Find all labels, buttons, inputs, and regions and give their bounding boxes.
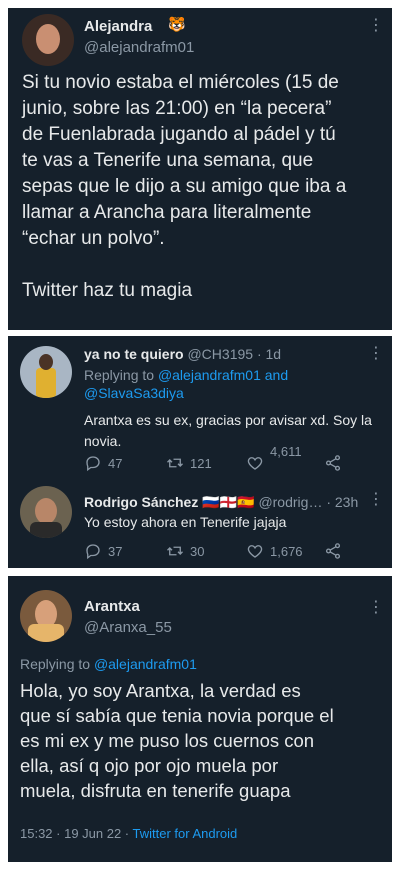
reply2-header: Rodrigo Sánchez 🇷🇺🏴󠁧󠁢󠁥󠁮󠁧󠁿🇪🇸 @rodrig… · 2… xyxy=(84,494,358,511)
reply-count: 47 xyxy=(108,455,123,471)
replying-to-label: Replying to xyxy=(84,367,158,383)
retweet-button[interactable]: 30 xyxy=(166,542,204,560)
more-options-icon[interactable]: ⋮ xyxy=(368,492,384,508)
tweet-card-alejandra: Alejandra 🐯 @alejandrafm01 ⋮ Si tu novio… xyxy=(8,8,392,330)
replying-and-label: and xyxy=(260,367,289,383)
share-button[interactable] xyxy=(324,542,342,560)
more-options-icon[interactable]: ⋮ xyxy=(368,18,384,34)
avatar-ya-no-te-quiero[interactable] xyxy=(20,346,72,398)
reply2-time[interactable]: · 23h xyxy=(326,494,358,510)
like-icon xyxy=(247,545,263,558)
reply2-text: Yo estoy ahora en Tenerife jajaja xyxy=(84,514,287,530)
reply-count: 37 xyxy=(108,543,123,559)
tweet3-timestamp[interactable]: 15:32 · 19 Jun 22 · xyxy=(20,826,133,841)
tweet3-text: Hola, yo soy Arantxa, la verdad es que s… xyxy=(20,680,334,801)
replying-to-label: Replying to xyxy=(20,656,94,672)
tweet3-author-name[interactable]: Arantxa xyxy=(84,598,140,615)
reply2-action-bar: 37 30 1,676 xyxy=(84,542,384,566)
mention-link[interactable]: @alejandrafm01 xyxy=(158,367,261,383)
reply2-handle[interactable]: @rodrig… xyxy=(258,494,322,510)
retweet-icon xyxy=(167,458,183,468)
share-icon xyxy=(325,543,341,559)
tweet3-source-link[interactable]: Twitter for Android xyxy=(133,826,238,841)
avatar-alejandra[interactable] xyxy=(22,14,74,66)
like-icon xyxy=(247,457,263,470)
reply-button[interactable]: 47 xyxy=(84,454,122,472)
reply1-handle[interactable]: @CH3195 xyxy=(187,346,253,362)
retweet-count: 30 xyxy=(190,543,205,559)
like-button[interactable] xyxy=(246,454,264,472)
replies-card: ya no te quiero @CH3195 · 1d ⋮ Replying … xyxy=(8,336,392,568)
tiger-emoji-icon: 🐯 xyxy=(168,16,186,32)
mention-link[interactable]: @SlavaSa3diya xyxy=(84,385,184,401)
mention-link[interactable]: @alejandrafm01 xyxy=(94,656,197,672)
reply1-time[interactable]: · 1d xyxy=(257,346,281,362)
avatar-rodrigo[interactable] xyxy=(20,486,72,538)
flags-emoji-icon: 🇷🇺🏴󠁧󠁢󠁥󠁮󠁧󠁿🇪🇸 xyxy=(202,494,255,510)
tweet3-replying-to: Replying to @alejandrafm01 xyxy=(20,656,197,672)
retweet-count: 121 xyxy=(190,455,212,471)
avatar-arantxa[interactable] xyxy=(20,590,72,642)
like-count: 4,611 xyxy=(270,444,302,459)
tweet-text: Si tu novio estaba el miércoles (15 de j… xyxy=(22,72,347,301)
like-count: 1,676 xyxy=(270,543,303,559)
reply1-text: Arantxa es su ex, gracias por avisar xd.… xyxy=(84,412,372,449)
tweet3-author-handle[interactable]: @Aranxa_55 xyxy=(84,619,172,636)
more-options-icon[interactable]: ⋮ xyxy=(368,600,384,616)
reply-icon xyxy=(86,544,100,560)
more-options-icon[interactable]: ⋮ xyxy=(368,346,384,362)
reply-button[interactable]: 37 xyxy=(84,542,122,560)
reply1-action-bar: 47 121 4,611 xyxy=(84,444,384,478)
retweet-icon xyxy=(167,546,183,556)
reply1-replying-to: Replying to @alejandrafm01 and @SlavaSa3… xyxy=(84,366,384,402)
reply1-header: ya no te quiero @CH3195 · 1d xyxy=(84,346,281,362)
reply1-author-name[interactable]: ya no te quiero xyxy=(84,346,184,362)
retweet-button[interactable]: 121 xyxy=(166,454,212,472)
tweet-card-arantxa: Arantxa @Aranxa_55 ⋮ Replying to @alejan… xyxy=(8,576,392,862)
like-button[interactable]: 1,676 xyxy=(246,542,303,560)
tweet-author-name[interactable]: Alejandra xyxy=(84,18,152,35)
tweet-author-handle[interactable]: @alejandrafm01 xyxy=(84,39,194,56)
tweet3-metadata: 15:32 · 19 Jun 22 · Twitter for Android xyxy=(20,826,237,841)
share-icon xyxy=(325,455,341,471)
reply-icon xyxy=(86,456,100,472)
share-button[interactable] xyxy=(324,454,342,472)
reply2-author-name[interactable]: Rodrigo Sánchez xyxy=(84,494,198,510)
